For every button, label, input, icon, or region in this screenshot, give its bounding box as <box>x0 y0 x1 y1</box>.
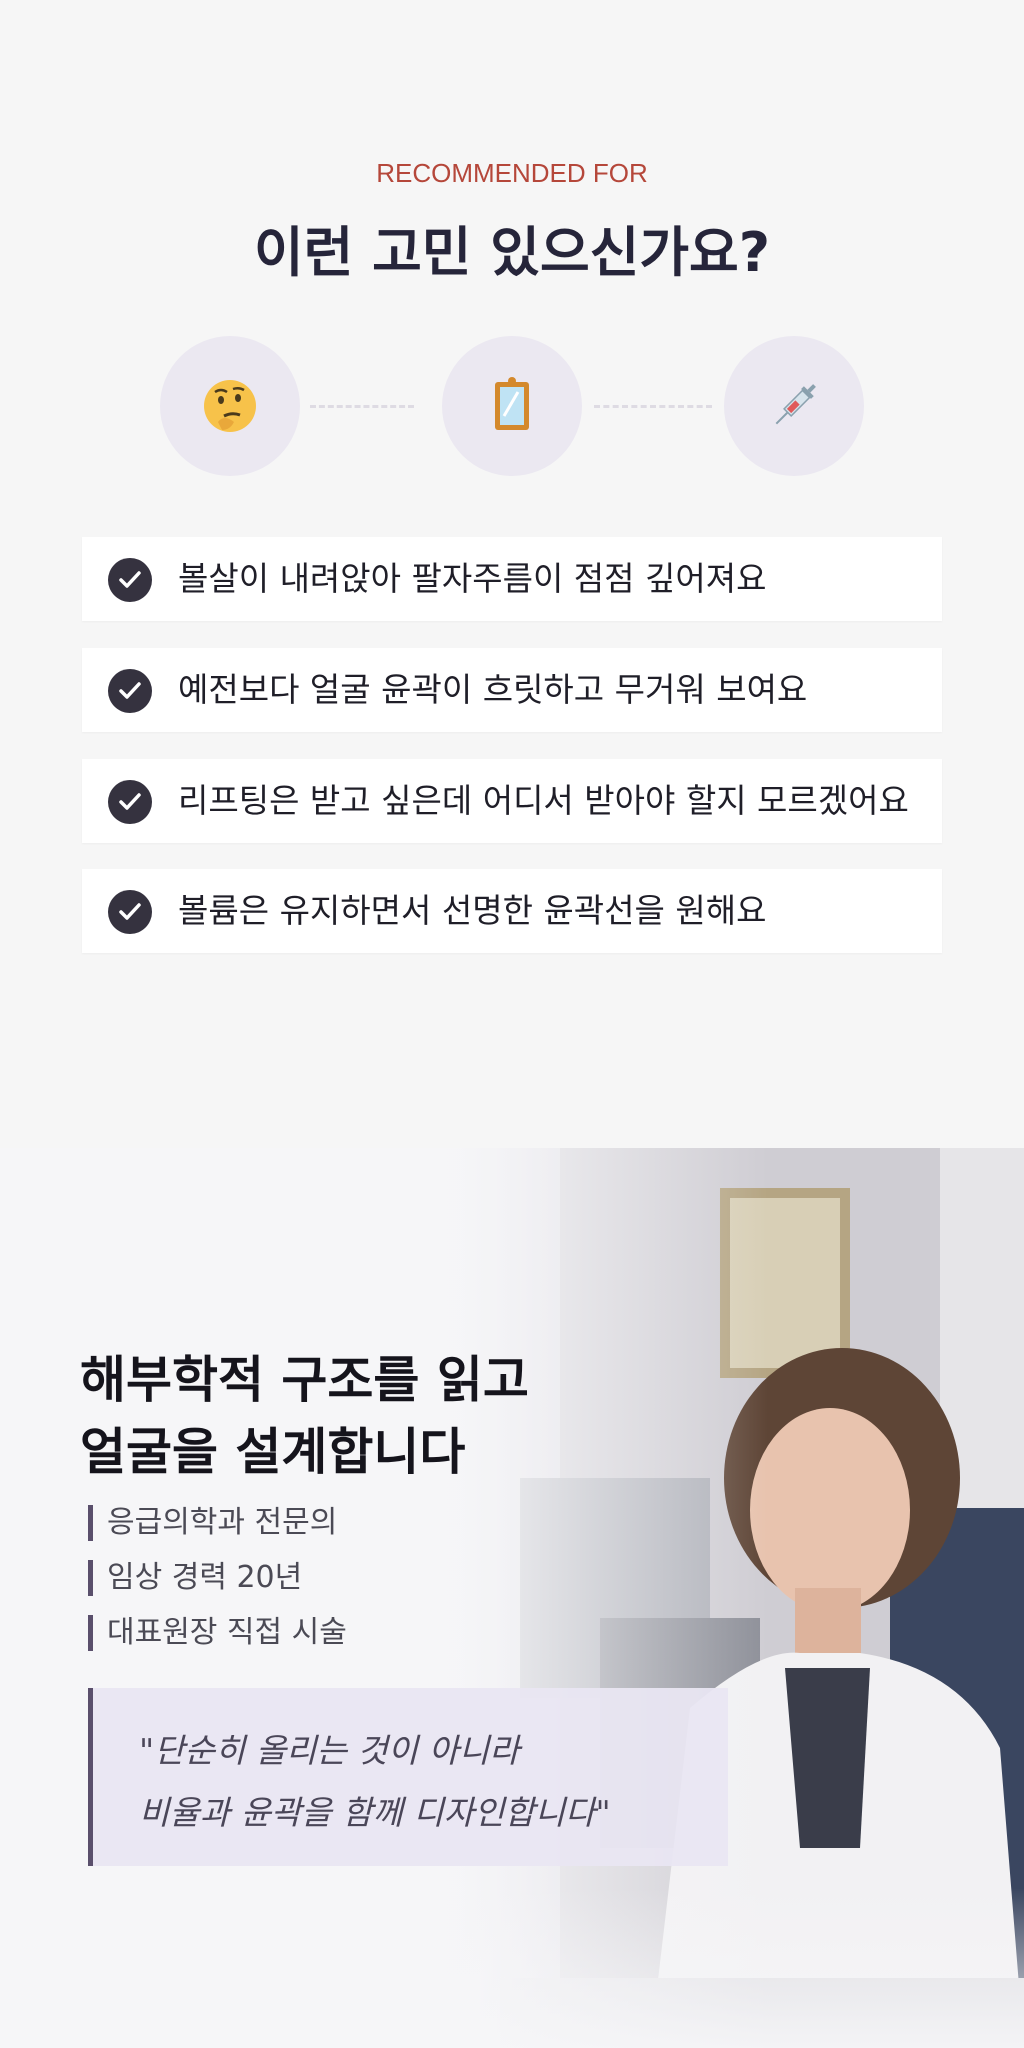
section-eyebrow: RECOMMENDED FOR <box>376 158 648 188</box>
concern-text: 볼륨은 유지하면서 선명한 윤곽선을 원해요 <box>178 891 767 930</box>
thinking-face-icon <box>160 336 300 476</box>
step-connector <box>310 405 414 408</box>
mirror-icon <box>442 336 582 476</box>
check-circle-icon <box>108 558 152 602</box>
check-circle-icon <box>108 669 152 713</box>
concern-item: 볼륨은 유지하면서 선명한 윤곽선을 원해요 <box>82 869 942 953</box>
quote-line: "단순히 올리는 것이 아니라 <box>139 1731 520 1770</box>
concern-item: 볼살이 내려앉아 팔자주름이 점점 깊어져요 <box>82 537 942 621</box>
concern-text: 리프팅은 받고 싶은데 어디서 받아야 할지 모르겠어요 <box>178 781 909 820</box>
step-connector <box>594 405 712 408</box>
doctor-quote: "단순히 올리는 것이 아니라 비율과 윤곽을 함께 디자인합니다" <box>88 1688 728 1866</box>
concern-text: 예전보다 얼굴 윤곽이 흐릿하고 무거워 보여요 <box>178 670 808 709</box>
concern-text: 볼살이 내려앉아 팔자주름이 점점 깊어져요 <box>178 559 767 598</box>
doctor-title-line1: 해부학적 구조를 읽고 <box>80 1351 529 1409</box>
check-circle-icon <box>108 890 152 934</box>
credential-item: 대표원장 직접 시술 <box>88 1615 347 1651</box>
doctor-section <box>0 1148 1024 2048</box>
concern-item: 리프팅은 받고 싶은데 어디서 받아야 할지 모르겠어요 <box>82 759 942 843</box>
credential-item: 임상 경력 20년 <box>88 1560 302 1596</box>
check-circle-icon <box>108 780 152 824</box>
concern-item: 예전보다 얼굴 윤곽이 흐릿하고 무거워 보여요 <box>82 648 942 732</box>
section-title: 이런 고민 있으신가요? <box>253 221 771 284</box>
doctor-title-line2: 얼굴을 설계합니다 <box>80 1423 466 1481</box>
syringe-icon <box>724 336 864 476</box>
quote-line: 비율과 윤곽을 함께 디자인합니다" <box>139 1793 611 1832</box>
credential-item: 응급의학과 전문의 <box>88 1505 337 1541</box>
recommended-section: RECOMMENDED FOR 이런 고민 있으신가요? 볼살이 내려앉아 팔자… <box>0 0 1024 1148</box>
photo-fade-bottom <box>0 1888 1024 2048</box>
